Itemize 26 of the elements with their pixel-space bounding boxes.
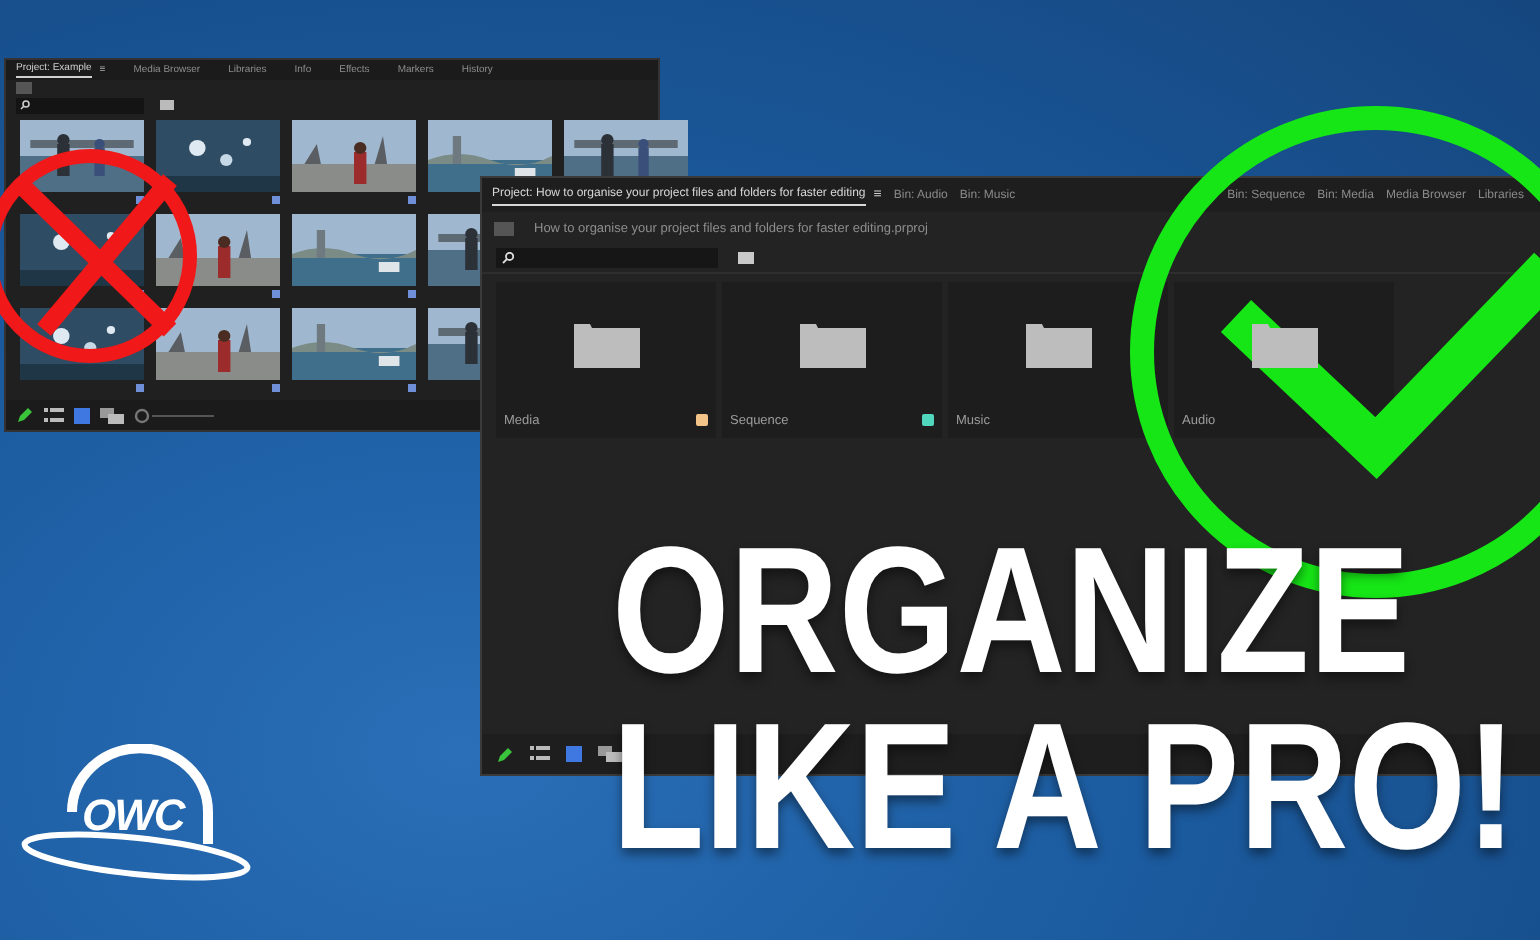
cross-mark-icon [0, 146, 200, 366]
search-icon[interactable] [20, 100, 30, 110]
search-field[interactable] [16, 97, 144, 113]
logo-text: OWC [82, 790, 184, 842]
search-field[interactable] [496, 248, 718, 268]
folder-icon [573, 321, 639, 367]
folder-icon [1025, 321, 1091, 367]
list-view-icon[interactable] [44, 407, 64, 423]
clip-badge-icon[interactable] [408, 289, 416, 297]
clip-badge-icon[interactable] [272, 383, 280, 391]
search-icon[interactable] [502, 252, 514, 264]
clip-badge-icon[interactable] [272, 195, 280, 203]
clip-badge-icon[interactable] [136, 195, 144, 203]
icon-view-icon[interactable] [74, 407, 90, 423]
clip-badge-icon[interactable] [408, 383, 416, 391]
pencil-icon[interactable] [16, 406, 34, 424]
logo-ring-icon [16, 744, 252, 884]
list-view-icon[interactable] [530, 746, 550, 762]
pencil-icon[interactable] [496, 745, 514, 763]
clip-badge-icon[interactable] [136, 383, 144, 391]
freeform-view-icon[interactable] [100, 407, 124, 423]
zoom-slider-icon[interactable] [134, 407, 214, 423]
folder-icon [799, 321, 865, 367]
clip-badge-icon[interactable] [272, 289, 280, 297]
clip-badge-icon[interactable] [408, 195, 416, 203]
folder-icon [1251, 321, 1317, 367]
